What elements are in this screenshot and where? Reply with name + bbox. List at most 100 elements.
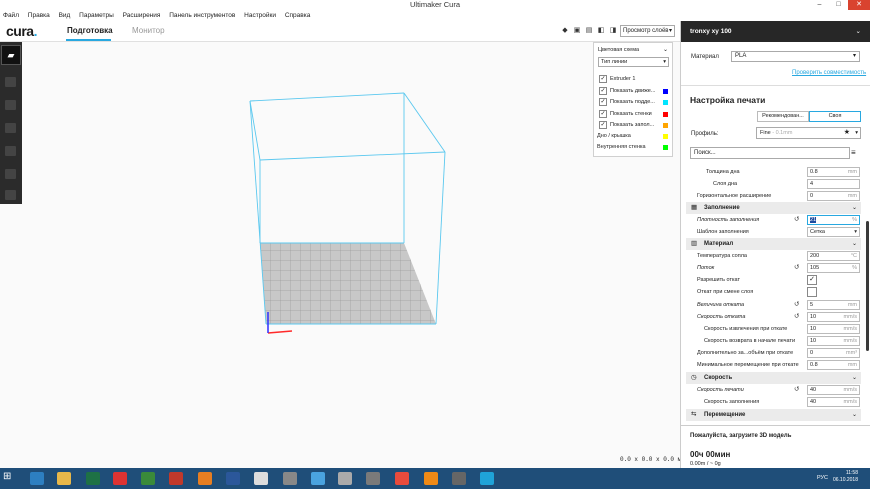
reset-icon[interactable]: ↺ xyxy=(794,311,799,323)
material-label: Материал xyxy=(691,54,719,60)
blender-icon[interactable] xyxy=(424,472,438,485)
excel-icon[interactable] xyxy=(86,472,100,485)
setting-retraction-speed: Скорость отката ↺ 10 mm/s xyxy=(686,311,861,323)
open-file-icon[interactable]: ▰ xyxy=(1,45,21,65)
rotate-tool-icon[interactable] xyxy=(5,123,16,133)
checkbox[interactable]: ✓ xyxy=(599,87,607,95)
menu-extensions[interactable]: Расширения xyxy=(123,12,161,19)
toggle-walls[interactable]: ✓ Показать стенки xyxy=(599,109,652,119)
minimize-button[interactable]: – xyxy=(810,0,829,10)
camera-icon[interactable] xyxy=(338,472,352,485)
app-icon[interactable] xyxy=(283,472,297,485)
menu-settings[interactable]: Параметры xyxy=(79,12,114,19)
menu-view[interactable]: Вид xyxy=(59,12,71,19)
retraction-distance-input[interactable]: 5 mm xyxy=(807,300,860,310)
view-right-icon[interactable]: ◨ xyxy=(609,27,617,35)
material-select[interactable]: PLA ▾ xyxy=(731,51,860,62)
layer-view-panel: Цветовая схема ⌄ Тип линии ▾ ✓ Extruder 1 … xyxy=(593,42,673,157)
retraction-enable-checkbox[interactable]: ✓ xyxy=(807,275,817,285)
build-volume-viewport[interactable] xyxy=(22,42,680,468)
view-mode-select[interactable]: Просмотр слоёв ▾ xyxy=(620,25,675,37)
view-3d-icon[interactable]: ◆ xyxy=(561,27,569,35)
infill-density-input[interactable]: 21% xyxy=(807,215,860,225)
toggle-infill[interactable]: ✓ Показать запол... xyxy=(599,120,654,130)
bottom-layers-input[interactable]: 4 xyxy=(807,179,860,189)
checkbox[interactable]: ✓ xyxy=(599,110,607,118)
category-material[interactable]: ▥ Материал ⌄ xyxy=(686,238,861,250)
yandex-icon[interactable] xyxy=(113,472,127,485)
recommended-mode-button[interactable]: Рекомендован... xyxy=(757,111,809,122)
legend-inner-wall: Внутренняя стенка xyxy=(597,144,646,150)
retraction-min-travel-input[interactable]: 0.8 mm xyxy=(807,360,860,370)
retract-layer-change-checkbox[interactable] xyxy=(807,287,817,297)
chrome-icon[interactable] xyxy=(311,472,325,485)
menu-help[interactable]: Справка xyxy=(285,12,311,19)
view-left-icon[interactable]: ◧ xyxy=(597,27,605,35)
reset-icon[interactable]: ↺ xyxy=(794,262,799,274)
flow-input[interactable]: 105% xyxy=(807,263,860,273)
checkbox[interactable]: ✓ xyxy=(599,98,607,106)
settings-menu-icon[interactable]: ≡ xyxy=(851,148,856,157)
checkbox[interactable]: ✓ xyxy=(599,75,607,83)
retraction-prime-speed-input[interactable]: 10 mm/s xyxy=(807,336,860,346)
retraction-speed-input[interactable]: 10 mm/s xyxy=(807,312,860,322)
reset-icon[interactable]: ↺ xyxy=(794,384,799,396)
view-top-icon[interactable]: ▤ xyxy=(585,27,593,35)
bottom-thickness-input[interactable]: 0.8 mm xyxy=(807,167,860,177)
view-front-icon[interactable]: ▣ xyxy=(573,27,581,35)
horizontal-expansion-input[interactable]: 0 mm xyxy=(807,191,860,201)
explorer-icon[interactable] xyxy=(57,472,71,485)
category-speed[interactable]: ◷ Скорость ⌄ xyxy=(686,372,861,384)
per-model-settings-icon[interactable] xyxy=(5,169,16,179)
toggle-support[interactable]: ✓ Показать подде... xyxy=(599,97,655,107)
menu-toolbox[interactable]: Панель инструментов xyxy=(169,12,235,19)
reset-icon[interactable]: ↺ xyxy=(794,214,799,226)
menu-edit[interactable]: Правка xyxy=(28,12,50,19)
infill-pattern-select[interactable]: Сетка ▾ xyxy=(807,227,860,237)
pdf-icon[interactable] xyxy=(169,472,183,485)
tool-app-icon[interactable] xyxy=(366,472,380,485)
maximize-button[interactable]: □ xyxy=(829,0,848,10)
tab-monitor[interactable]: Монитор xyxy=(132,26,165,35)
settings-app-icon[interactable] xyxy=(452,472,466,485)
ie-icon[interactable] xyxy=(30,472,44,485)
scale-tool-icon[interactable] xyxy=(5,100,16,110)
tab-prepare[interactable]: Подготовка xyxy=(67,26,113,35)
keyboard-icon[interactable] xyxy=(254,472,268,485)
close-button[interactable]: ✕ xyxy=(848,0,870,10)
word-icon[interactable] xyxy=(226,472,240,485)
cura-app-icon[interactable] xyxy=(480,472,494,485)
printer-selector[interactable]: tronxy xy 100 ⌄ xyxy=(681,21,870,42)
system-clock[interactable]: 11:58 06.10.2018 xyxy=(833,470,858,484)
window-controls: – □ ✕ xyxy=(810,0,870,10)
custom-mode-button[interactable]: Своя xyxy=(809,111,861,122)
stage-bar: cura. Подготовка Монитор ◆ ▣ ▤ ◧ ◨ Просм… xyxy=(0,21,680,42)
language-indicator[interactable]: РУС xyxy=(817,475,828,481)
menu-file[interactable]: Файл xyxy=(3,12,19,19)
slicer-icon[interactable] xyxy=(198,472,212,485)
menu-preferences[interactable]: Настройки xyxy=(244,12,276,19)
yandex-browser-icon[interactable] xyxy=(395,472,409,485)
infill-speed-input[interactable]: 40 mm/s xyxy=(807,397,860,407)
reset-icon[interactable]: ↺ xyxy=(794,299,799,311)
windows-start-icon[interactable]: ⊞ xyxy=(3,471,11,482)
extruder-toggle[interactable]: ✓ Extruder 1 xyxy=(599,74,635,84)
checkbox[interactable]: ✓ xyxy=(599,121,607,129)
spreadsheet-icon[interactable] xyxy=(141,472,155,485)
settings-search-input[interactable]: Поиск... xyxy=(690,147,850,159)
check-compatibility-link[interactable]: Проверить совместимость xyxy=(792,70,866,76)
retraction-extra-prime-input[interactable]: 0 mm³ xyxy=(807,348,860,358)
category-infill[interactable]: ▦ Заполнение ⌄ xyxy=(686,202,861,214)
support-blocker-icon[interactable] xyxy=(5,190,16,200)
retraction-retract-speed-input[interactable]: 10 mm/s xyxy=(807,324,860,334)
move-tool-icon[interactable] xyxy=(5,77,16,87)
settings-scrollbar[interactable] xyxy=(866,221,869,351)
category-travel[interactable]: ⇆ Перемещение ⌄ xyxy=(686,409,861,421)
collapse-chevron-icon[interactable]: ⌄ xyxy=(663,46,668,53)
profile-select[interactable]: Fine - 0.1mm ★ ▾ xyxy=(756,127,861,139)
nozzle-temp-input[interactable]: 200 °C xyxy=(807,251,860,261)
mirror-tool-icon[interactable] xyxy=(5,146,16,156)
print-speed-input[interactable]: 40 mm/s xyxy=(807,385,860,395)
color-scheme-select[interactable]: Тип линии ▾ xyxy=(598,57,669,67)
star-icon[interactable]: ★ xyxy=(844,128,850,138)
